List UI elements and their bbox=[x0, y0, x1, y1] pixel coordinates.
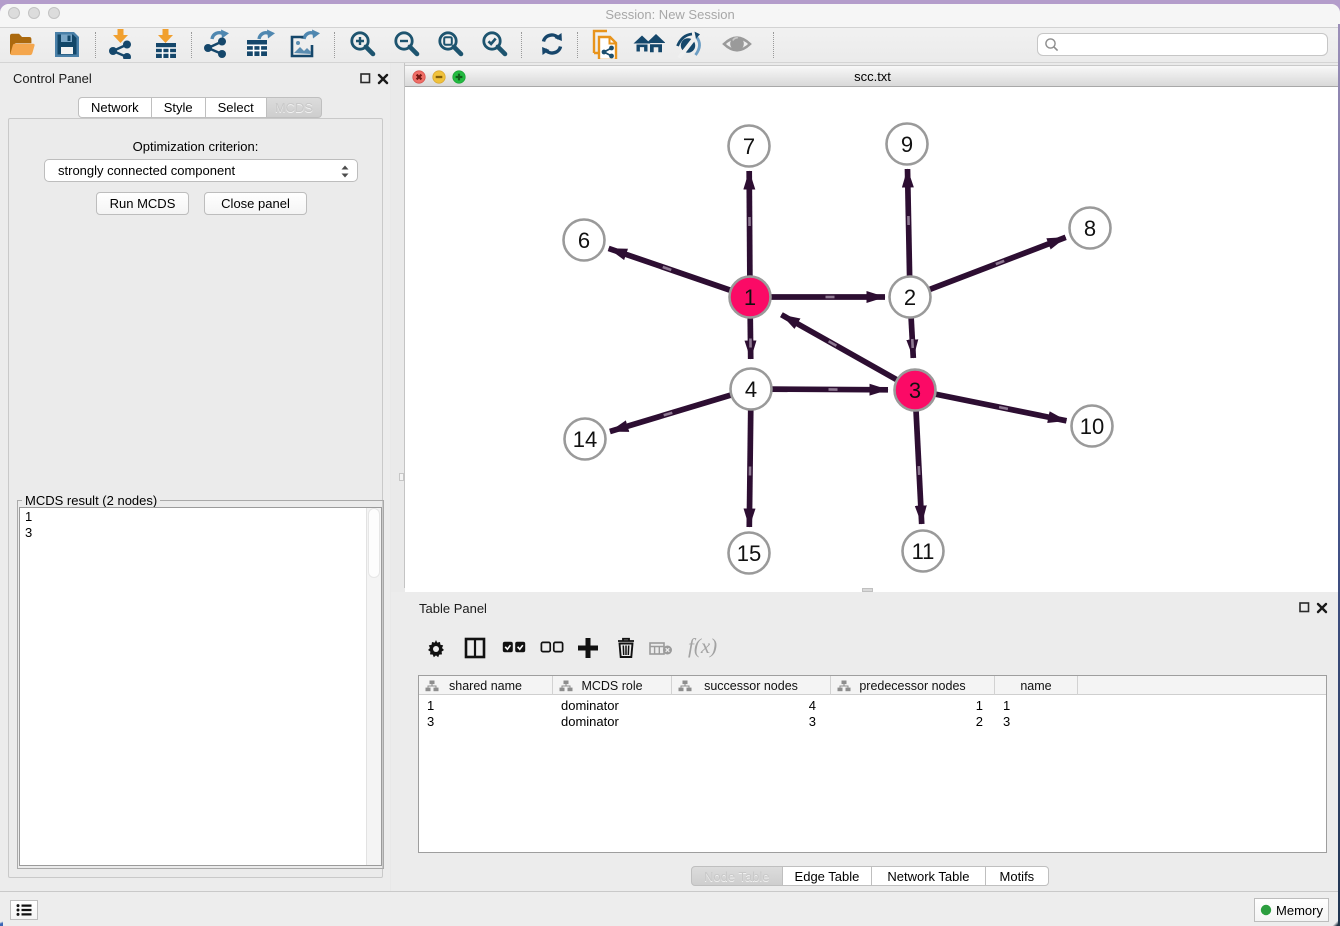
svg-text:1: 1 bbox=[744, 285, 756, 310]
svg-text:8: 8 bbox=[1084, 216, 1096, 241]
svg-text:11: 11 bbox=[912, 539, 935, 564]
svg-text:9: 9 bbox=[901, 132, 913, 157]
svg-text:10: 10 bbox=[1080, 414, 1104, 439]
svg-text:4: 4 bbox=[745, 377, 757, 402]
svg-text:7: 7 bbox=[743, 134, 755, 159]
svg-text:15: 15 bbox=[737, 541, 761, 566]
svg-text:6: 6 bbox=[578, 228, 590, 253]
svg-text:14: 14 bbox=[573, 427, 597, 452]
svg-text:3: 3 bbox=[909, 378, 921, 403]
svg-text:2: 2 bbox=[904, 285, 916, 310]
